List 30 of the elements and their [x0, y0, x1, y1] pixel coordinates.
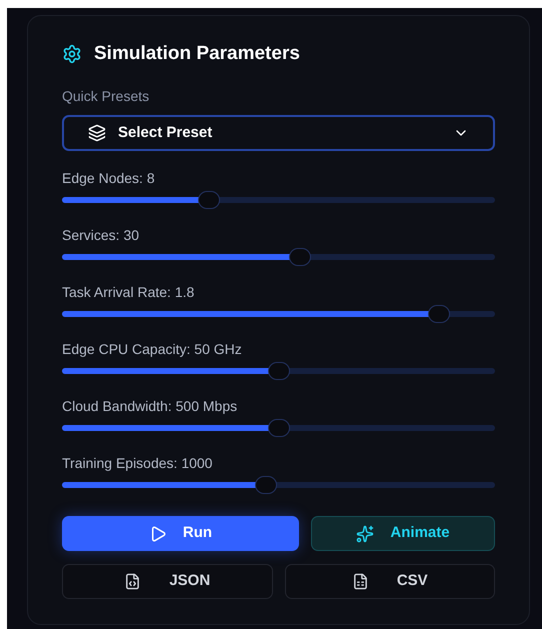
- slider-label: Training Episodes: 1000: [62, 454, 212, 472]
- code-file-icon: [124, 573, 142, 590]
- export-button[interactable]: CSV: [284, 564, 495, 599]
- slider-thumb[interactable]: [289, 248, 312, 266]
- panel-title: Simulation Parameters: [94, 42, 300, 66]
- slider[interactable]: [62, 305, 495, 323]
- slider-thumb[interactable]: [268, 419, 290, 437]
- slider-label: Edge CPU Capacity: 50 GHz: [62, 340, 242, 358]
- slider-thumb[interactable]: [268, 362, 290, 380]
- slider[interactable]: [62, 248, 495, 266]
- slider[interactable]: [62, 476, 495, 494]
- preset-select[interactable]: Select Preset: [62, 115, 495, 151]
- slider-thumb[interactable]: [254, 476, 276, 494]
- slider[interactable]: [62, 191, 495, 209]
- slider-thumb[interactable]: [198, 191, 220, 209]
- spreadsheet-file-icon: [352, 573, 369, 590]
- presets-label: Quick Presets: [62, 87, 150, 106]
- slider-label: Cloud Bandwidth: 500 Mbps: [62, 397, 238, 415]
- slider-label: Edge Nodes: 8: [62, 169, 155, 187]
- slider-label: Services: 30: [62, 226, 140, 244]
- sparkles-icon: [356, 524, 374, 542]
- export-button[interactable]: JSON: [62, 564, 272, 599]
- run-button[interactable]: Run: [62, 516, 299, 551]
- layers-icon: [88, 124, 106, 142]
- slider-thumb[interactable]: [428, 305, 450, 323]
- slider[interactable]: [62, 419, 495, 437]
- slider[interactable]: [62, 362, 495, 380]
- settings-icon: [62, 44, 82, 64]
- slider-label: Task Arrival Rate: 1.8: [62, 283, 194, 301]
- animate-button[interactable]: Animate: [311, 516, 495, 551]
